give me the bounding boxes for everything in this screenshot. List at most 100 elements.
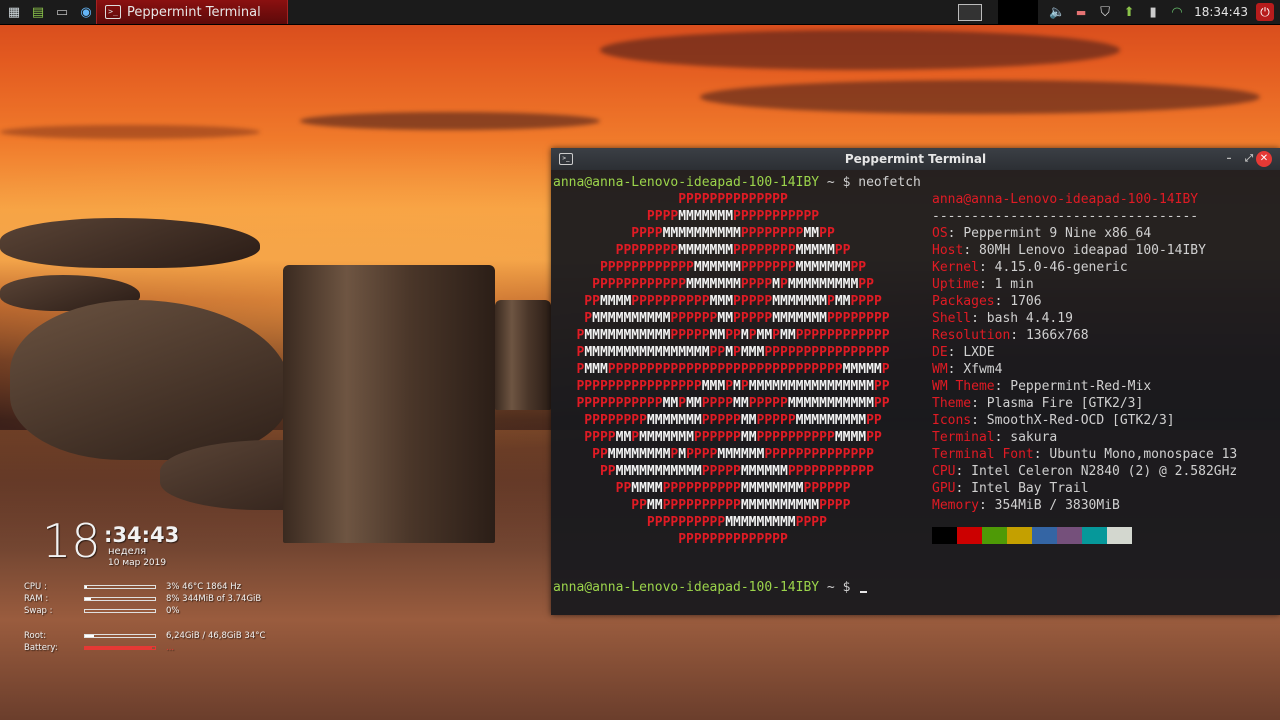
logo-line: PPPPPPPPMMMMMMMPPPPPMMPPPPPMMMMMMMMMPP xyxy=(553,413,882,428)
menu-icon[interactable]: ▦ xyxy=(4,2,24,22)
info-value: 1 min xyxy=(994,277,1034,292)
wallpaper-cloud xyxy=(300,112,600,130)
conky-ram-bar xyxy=(84,597,156,601)
conky-swap-value: 0% xyxy=(166,606,180,616)
info-key: Icons xyxy=(932,413,972,428)
info-value: 1366x768 xyxy=(1025,328,1089,343)
color-palette xyxy=(932,527,1132,544)
wifi-icon[interactable]: ◠ xyxy=(1166,1,1188,23)
terminal-title: Peppermint Terminal xyxy=(844,152,987,166)
conky-root-label: Root: xyxy=(24,631,47,641)
info-value: Peppermint 9 Nine x86_64 xyxy=(963,226,1152,241)
conky-battery-bar xyxy=(84,646,156,650)
browser-icon[interactable]: ◉ xyxy=(76,2,96,22)
info-value: Intel Bay Trail xyxy=(971,481,1089,496)
info-row: OS: Peppermint 9 Nine x86_64 xyxy=(932,225,1151,242)
prompt-line: anna@anna-Lenovo-ideapad-100-14IBY ~ $ xyxy=(553,579,868,596)
files-icon[interactable]: ▤ xyxy=(28,2,48,22)
minimize-button[interactable]: – xyxy=(1221,151,1237,167)
logo-line: PPPPPPPPPPMMMMMMMMMPPPP xyxy=(553,515,827,530)
prompt-user-host: anna@anna-Lenovo-ideapad-100-14IBY xyxy=(553,580,820,595)
taskbar-button-terminal[interactable]: >_ Peppermint Terminal xyxy=(96,0,288,24)
update-icon[interactable]: ⬆ xyxy=(1118,1,1140,23)
typed-command: neofetch xyxy=(858,175,921,190)
close-button[interactable]: ✕ xyxy=(1256,151,1272,167)
wallpaper-cloud xyxy=(700,80,1260,114)
conky-minutes-seconds: :34:43 xyxy=(104,523,180,547)
info-row: Terminal: sakura xyxy=(932,429,1057,446)
logo-line: PPMMMMMMMMPMPPPPMMMMMMPPPPPPPPPPPPPP xyxy=(553,447,874,462)
terminal-output[interactable]: anna@anna-Lenovo-ideapad-100-14IBY ~ $ n… xyxy=(553,174,1278,612)
info-value: Xfwm4 xyxy=(963,362,1003,377)
info-row: Icons: SmoothX-Red-OCD [GTK2/3] xyxy=(932,412,1175,429)
terminal-titlebar[interactable]: >_ Peppermint Terminal – ⤢ ✕ xyxy=(551,148,1280,170)
keyboard-flag-icon[interactable]: ▬ xyxy=(1070,1,1092,23)
conky-battery-value: ... xyxy=(166,643,175,653)
conky-hour: 18 xyxy=(42,514,101,568)
terminal-icon[interactable]: ▭ xyxy=(52,2,72,22)
logo-line: PPPPPPPPPPPPMMMMMMPPPPPPPMMMMMMMPP xyxy=(553,260,867,275)
logo-line: PPPPPPPPPPPPPP xyxy=(553,192,788,207)
info-key: OS xyxy=(932,226,948,241)
battery-icon[interactable]: ▮ xyxy=(1142,1,1164,23)
info-value: 4.15.0-46-generic xyxy=(994,260,1128,275)
volume-icon[interactable]: 🔈 xyxy=(1046,1,1068,23)
info-colon: : xyxy=(971,311,987,326)
logo-line: PPPPPPPPPPPPPPPPMMMPMPMMMMMMMMMMMMMMMMPP xyxy=(553,379,890,394)
terminal-window[interactable]: >_ Peppermint Terminal – ⤢ ✕ anna@anna-L… xyxy=(551,148,1280,615)
color-swatch xyxy=(932,527,957,544)
desktop: ▦ ▤ ▭ ◉ >_ Peppermint Terminal 🔈 ▬ ⛉ ⬆ ▮… xyxy=(0,0,1280,720)
info-colon: : xyxy=(994,294,1011,309)
prompt-suffix: ~ $ xyxy=(819,175,859,190)
info-row: CPU: Intel Celeron N2840 (2) @ 2.582GHz xyxy=(932,463,1237,480)
system-tray: 🔈 ▬ ⛉ ⬆ ▮ ◠ 18:34:43 ⏻ xyxy=(958,0,1280,24)
shield-icon[interactable]: ⛉ xyxy=(1094,1,1116,23)
info-colon: : xyxy=(963,243,979,258)
info-key: Packages xyxy=(932,294,995,309)
logo-line: PPPPPPPPPPPPMMMMMMMPPPPMPMMMMMMMMMPP xyxy=(553,277,874,292)
color-swatch xyxy=(1082,527,1107,544)
logo-line: PPPPPPPPMMMMMMMPPPPPPPPMMMMMPP xyxy=(553,243,851,258)
info-colon: : xyxy=(978,277,995,292)
panel-clock[interactable]: 18:34:43 xyxy=(1188,5,1254,19)
info-header: anna@anna-Lenovo-ideapad-100-14IBY xyxy=(932,191,1198,208)
conky-ram-row: RAM : 8% 344MiB of 3.74GiB xyxy=(24,594,294,605)
logout-icon[interactable]: ⏻ xyxy=(1256,3,1274,21)
info-row: Kernel: 4.15.0-46-generic xyxy=(932,259,1128,276)
conky-cpu-bar xyxy=(84,585,156,589)
maximize-button[interactable]: ⤢ xyxy=(1241,151,1257,167)
conky-root-row: Root: 6,24GiB / 46,8GiB 34°C xyxy=(24,631,294,642)
text-cursor xyxy=(860,591,868,593)
workspace-pager[interactable] xyxy=(958,3,983,21)
logo-line: PPMMPPPPPPPPPPMMMMMMMMMMPPPP xyxy=(553,498,851,513)
info-key: Terminal xyxy=(932,430,995,445)
color-swatch xyxy=(1032,527,1057,544)
logo-line: PPPPMMMMMMMMMMPPPPPPPPMMPP xyxy=(553,226,835,241)
command-line: anna@anna-Lenovo-ideapad-100-14IBY ~ $ n… xyxy=(553,174,921,191)
info-key: WM Theme xyxy=(932,379,995,394)
info-colon: : xyxy=(947,226,964,241)
conky-ram-label: RAM : xyxy=(24,594,49,604)
info-key: Terminal Font xyxy=(932,447,1034,462)
info-key: Memory xyxy=(932,498,979,513)
logo-line: PPMMMMPPPPPPPPPPMMMPPPPPMMMMMMMPMMPPPP xyxy=(553,294,882,309)
terminal-icon: >_ xyxy=(559,153,573,165)
color-swatch xyxy=(1057,527,1082,544)
prompt-user-host: anna@anna-Lenovo-ideapad-100-14IBY xyxy=(553,175,820,190)
conky-ram-value: 8% 344MiB of 3.74GiB xyxy=(166,594,262,604)
info-key: Kernel xyxy=(932,260,979,275)
logo-line: PPPPMMPMMMMMMMPPPPPPMMPPPPPPPPPPMMMMPP xyxy=(553,430,882,445)
wallpaper-cloud xyxy=(600,30,1120,70)
wallpaper-cloud xyxy=(0,125,260,139)
color-swatch xyxy=(1107,527,1132,544)
info-row: WM Theme: Peppermint-Red-Mix xyxy=(932,378,1151,395)
info-colon: : xyxy=(971,413,987,428)
conky-battery-row: Battery: ... xyxy=(24,643,294,654)
conky-swap-label: Swap : xyxy=(24,606,53,616)
info-header-text: anna@anna-Lenovo-ideapad-100-14IBY xyxy=(932,192,1199,207)
info-colon: : xyxy=(955,464,972,479)
info-key: CPU xyxy=(932,464,956,479)
conky-weekday: неделя xyxy=(108,546,147,557)
info-key: DE xyxy=(932,345,948,360)
info-colon: : xyxy=(994,430,1011,445)
